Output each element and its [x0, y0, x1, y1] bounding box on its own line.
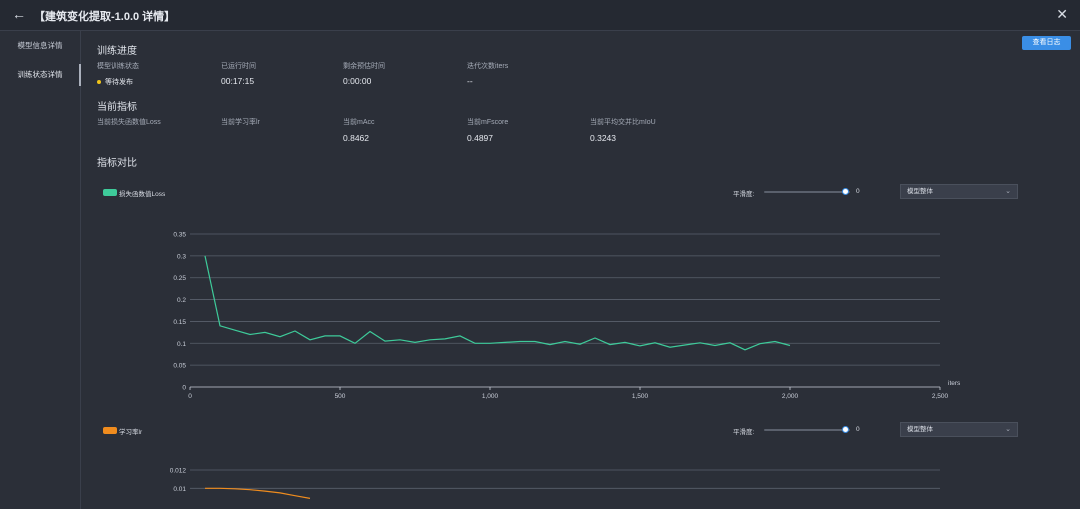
- top-bar: ← 【建筑变化提取-1.0.0 详情】 ✕: [0, 0, 1080, 31]
- lr-legend-label: 学习率lr: [119, 429, 143, 436]
- main-panel: 查看日志 训练进度 模型训练状态 已运行时间 剩余预估时间 迭代次数iters …: [81, 31, 1080, 509]
- loss-smoothing-slider-thumb[interactable]: [842, 188, 849, 195]
- back-arrow-icon[interactable]: ←: [12, 6, 26, 22]
- iters-label: 迭代次数iters: [467, 63, 509, 70]
- lr-scope-select[interactable]: 模型整体 ⌄: [900, 422, 1018, 437]
- view-log-button[interactable]: 查看日志: [1022, 36, 1071, 50]
- iters-value: --: [467, 76, 473, 86]
- remaining-value: 0:00:00: [343, 76, 372, 86]
- comparison-section-title: 指标对比: [97, 158, 137, 169]
- lr-smoothing-value: 0: [856, 426, 860, 433]
- lr-smoothing-slider-thumb[interactable]: [842, 426, 849, 433]
- loss-label: 当前损失函数值Loss: [97, 119, 161, 126]
- lr-scope-select-value: 模型整体: [907, 426, 933, 433]
- loss-smoothing-value: 0: [856, 188, 860, 195]
- lr-smoothing-label: 平滑度:: [733, 429, 755, 436]
- loss-smoothing-slider[interactable]: [764, 191, 850, 193]
- lr-legend-swatch: [103, 427, 117, 434]
- elapsed-label: 已运行时间: [221, 63, 256, 70]
- progress-section-title: 训练进度: [97, 46, 137, 57]
- remaining-label: 剩余预估时间: [343, 63, 385, 70]
- status-label: 模型训练状态: [97, 63, 139, 70]
- loss-legend-swatch: [103, 189, 117, 196]
- loss-legend-label: 损失函数值Loss: [119, 191, 166, 198]
- miou-value: 0.3243: [590, 133, 616, 143]
- miou-label: 当前平均交并比mIoU: [590, 119, 656, 126]
- metrics-section-title: 当前指标: [97, 102, 137, 113]
- lr-label: 当前学习率lr: [221, 119, 260, 126]
- mfscore-label: 当前mFscore: [467, 119, 509, 126]
- macc-label: 当前mAcc: [343, 119, 375, 126]
- loss-scope-select-value: 模型整体: [907, 188, 933, 195]
- macc-value: 0.8462: [343, 133, 369, 143]
- elapsed-value: 00:17:15: [221, 76, 255, 86]
- mfscore-value: 0.4897: [467, 133, 493, 143]
- close-icon[interactable]: ✕: [1056, 6, 1068, 23]
- chevron-down-icon: ⌄: [1005, 188, 1011, 195]
- sidebar: 模型信息详情 训练状态详情: [0, 31, 81, 509]
- lr-smoothing-slider[interactable]: [764, 429, 850, 431]
- status-dot-icon: [97, 79, 101, 84]
- chevron-down-icon: ⌄: [1005, 426, 1011, 433]
- sidebar-item-training-status[interactable]: 训练状态详情: [0, 62, 81, 88]
- status-text: 等待发布: [105, 79, 133, 86]
- sidebar-item-model-info[interactable]: 模型信息详情: [0, 33, 80, 59]
- loss-smoothing-label: 平滑度:: [733, 191, 755, 198]
- window-title: 【建筑变化提取-1.0.0 详情】: [34, 11, 176, 23]
- status-value: 等待发布: [97, 76, 133, 87]
- loss-scope-select[interactable]: 模型整体 ⌄: [900, 184, 1018, 199]
